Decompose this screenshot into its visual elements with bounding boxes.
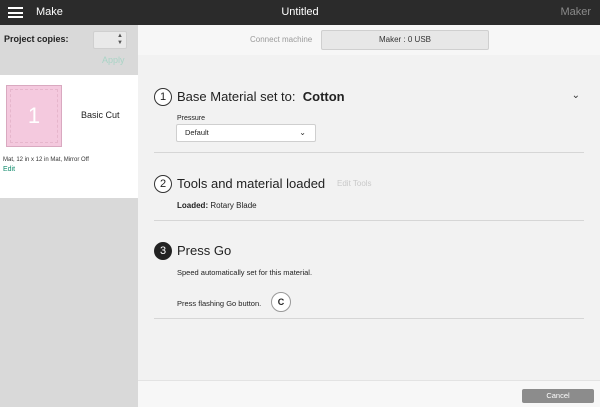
top-bar: Make Untitled Maker: [0, 0, 600, 25]
step-number-3: 3: [154, 242, 172, 260]
sidebar-empty-area: [0, 198, 138, 407]
apply-button[interactable]: Apply: [102, 55, 125, 65]
loaded-label: Loaded:: [177, 201, 209, 210]
step-divider: [154, 318, 584, 319]
step-title-base-material: Base Material set to: Cotton: [177, 89, 345, 104]
step-divider: [154, 152, 584, 153]
step-title-press-go: Press Go: [177, 243, 232, 258]
step-number-2: 2: [154, 175, 172, 193]
project-title: Untitled: [281, 6, 319, 18]
sidebar: Project copies: ▲ ▼ Apply 1 Basic Cut Mat…: [0, 25, 138, 407]
main-panel: 1 Base Material set to: Cotton ⌄ Pressur…: [138, 55, 600, 380]
select-caret-icon: ⌄: [299, 128, 306, 137]
go-button-icon: C: [271, 292, 291, 312]
material-name: Cotton: [302, 89, 345, 104]
step-title-tools: Tools and material loaded: [177, 176, 326, 191]
loaded-info: Loaded: Rotary Blade: [177, 201, 257, 210]
press-go-instruction: Press flashing Go button.: [177, 299, 262, 308]
mat-info: Mat, 12 in x 12 in Mat, Mirror Off: [3, 157, 89, 163]
base-material-prefix: Base Material set to:: [177, 89, 296, 104]
project-copies-stepper[interactable]: ▲ ▼: [93, 31, 127, 49]
chevron-down-icon[interactable]: ⌄: [572, 90, 580, 101]
speed-info: Speed automatically set for this materia…: [177, 268, 313, 277]
stepper-arrows-icon[interactable]: ▲ ▼: [117, 33, 123, 47]
mat-edit-link[interactable]: Edit: [3, 166, 15, 173]
loaded-tool: Rotary Blade: [210, 201, 257, 210]
cancel-button[interactable]: Cancel: [522, 389, 594, 403]
mat-type-label: Basic Cut: [81, 110, 120, 120]
pressure-value: Default: [185, 128, 209, 137]
connect-bar: Connect machine Maker : 0 USB: [138, 25, 600, 55]
mat-preview[interactable]: 1: [6, 85, 62, 147]
pressure-select[interactable]: Default ⌄: [176, 124, 316, 142]
edit-tools-link[interactable]: Edit Tools: [337, 179, 372, 188]
project-copies-panel: Project copies: ▲ ▼ Apply: [0, 25, 138, 75]
step-number-1: 1: [154, 88, 172, 106]
connect-machine-label[interactable]: Connect machine: [250, 35, 312, 44]
machine-selector[interactable]: Maker : 0 USB: [321, 30, 489, 50]
maker-label: Maker: [560, 6, 591, 18]
bottom-bar: Cancel: [138, 380, 600, 407]
step-divider: [154, 220, 584, 221]
pressure-label: Pressure: [177, 115, 206, 122]
mat-number: 1: [27, 103, 41, 128]
project-copies-label: Project copies:: [4, 34, 69, 44]
